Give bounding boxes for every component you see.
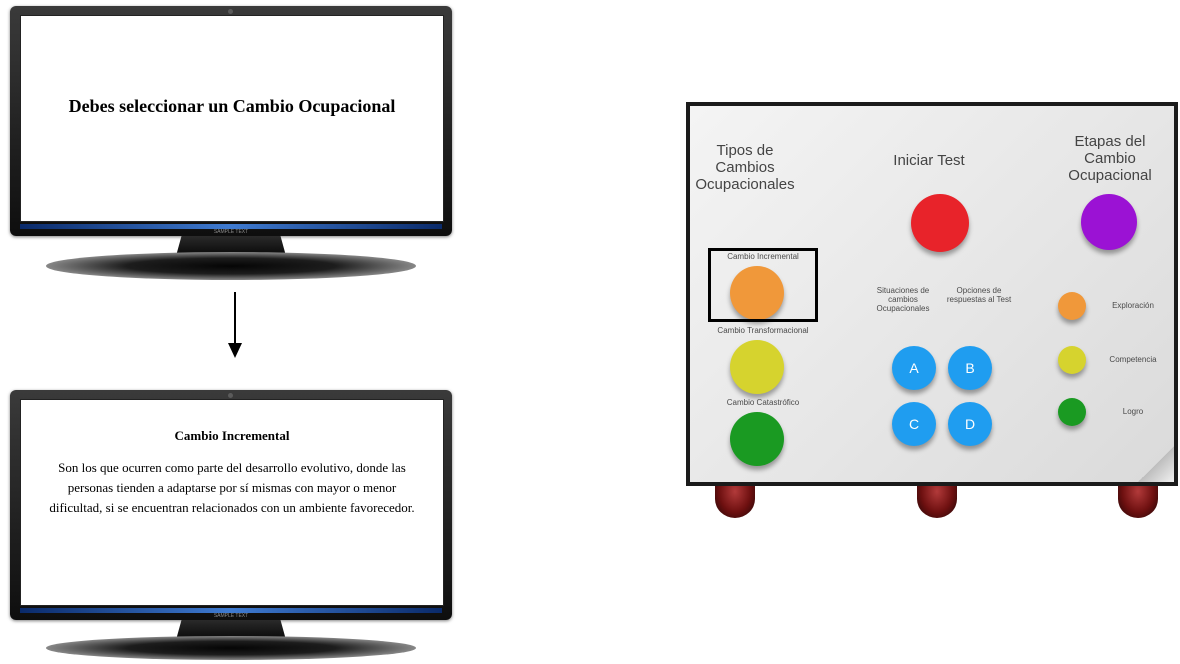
exploracion-button[interactable] xyxy=(1058,292,1086,320)
situaciones-label: Situaciones de cambios Ocupacionales xyxy=(876,286,930,313)
cambio-transformacional-label: Cambio Transformacional xyxy=(717,326,809,335)
down-arrow-icon xyxy=(228,343,242,358)
iniciar-heading: Iniciar Test xyxy=(893,152,965,169)
test-device: Tipos de Cambios Ocupacionales Iniciar T… xyxy=(686,102,1178,486)
etapas-heading: Etapas del Cambio Ocupacional xyxy=(1068,133,1152,184)
monitor-brand: SAMPLE TEXT xyxy=(213,229,249,235)
page-curl xyxy=(1138,446,1174,482)
down-arrow-line xyxy=(234,292,236,344)
option-b-button[interactable]: B xyxy=(948,346,992,390)
device-panel: Tipos de Cambios Ocupacionales Iniciar T… xyxy=(690,106,1174,482)
iniciar-test-button[interactable] xyxy=(911,194,969,252)
monitor-screen: Cambio Incremental Son los que ocurren c… xyxy=(20,399,444,606)
option-d-button[interactable]: D xyxy=(948,402,992,446)
exploracion-label: Exploración xyxy=(1112,301,1154,310)
webcam-icon xyxy=(228,393,233,398)
etapas-button[interactable] xyxy=(1081,194,1137,250)
opciones-label: Opciones de respuestas al Test xyxy=(946,286,1012,304)
monitor-screen: Debes seleccionar un Cambio Ocupacional xyxy=(20,15,444,222)
tipos-heading: Tipos de Cambios Ocupacionales xyxy=(695,142,795,193)
option-a-button[interactable]: A xyxy=(892,346,936,390)
cambio-catastrofico-button[interactable] xyxy=(730,412,784,466)
selection-highlight xyxy=(708,248,818,322)
logro-button[interactable] xyxy=(1058,398,1086,426)
instruction-title: Debes seleccionar un Cambio Ocupacional xyxy=(68,96,396,116)
monitor-base xyxy=(46,252,416,280)
cambio-catastrofico-label: Cambio Catastrófico xyxy=(726,398,800,407)
monitor-brand: SAMPLE TEXT xyxy=(213,613,249,619)
webcam-icon xyxy=(228,9,233,14)
competencia-button[interactable] xyxy=(1058,346,1086,374)
definition-title: Cambio Incremental xyxy=(174,428,290,443)
definition-body: Son los que ocurren como parte del desar… xyxy=(49,460,415,515)
cambio-transformacional-button[interactable] xyxy=(730,340,784,394)
monitor-base xyxy=(46,636,416,660)
logro-label: Logro xyxy=(1122,407,1144,416)
competencia-label: Competencia xyxy=(1109,355,1157,364)
option-c-button[interactable]: C xyxy=(892,402,936,446)
